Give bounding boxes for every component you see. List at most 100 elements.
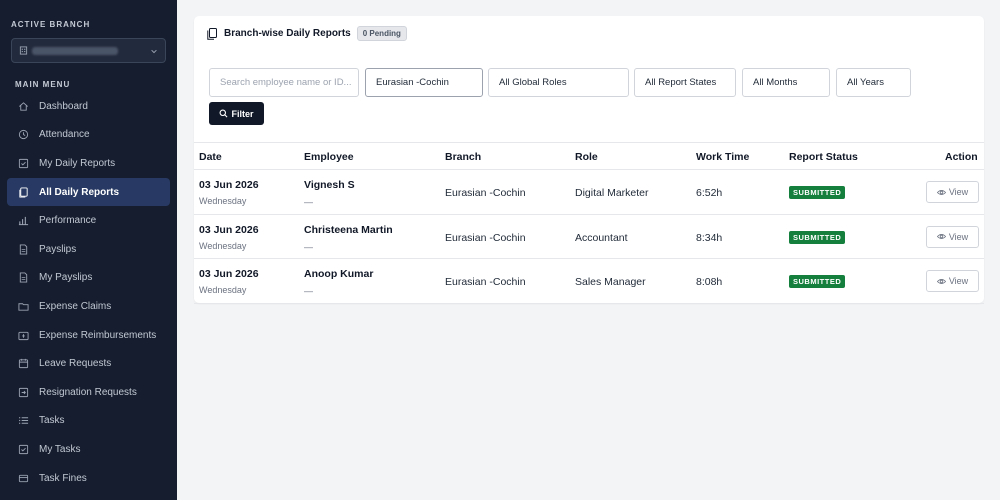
list-icon xyxy=(18,415,29,426)
document-icon xyxy=(207,27,217,40)
reports-card: Branch-wise Daily Reports 0 Pending Sear… xyxy=(194,16,984,304)
table-row: 03 Jun 2026 Wednesday Anoop Kumar — Eura… xyxy=(194,259,984,304)
row-date: 03 Jun 2026 xyxy=(199,223,259,236)
col-role: Role xyxy=(575,151,598,163)
sidebar-item-my-tasks[interactable]: My Tasks xyxy=(7,435,170,464)
active-branch-label: ACTIVE BRANCH xyxy=(11,20,91,29)
col-branch: Branch xyxy=(445,151,482,163)
status-badge: SUBMITTED xyxy=(789,275,846,288)
door-icon xyxy=(18,387,29,398)
wallet-icon xyxy=(18,330,29,341)
sidebar-item-label: Task Fines xyxy=(39,472,87,484)
check-box-icon xyxy=(18,444,29,455)
filter-button-label: Filter xyxy=(231,108,254,119)
sidebar-item-resignation-requests[interactable]: Resignation Requests xyxy=(7,378,170,407)
row-day: Wednesday xyxy=(199,196,247,206)
clock-icon xyxy=(18,129,29,140)
sidebar-item-attendance[interactable]: Attendance xyxy=(7,121,170,150)
col-work-time: Work Time xyxy=(696,151,750,163)
sidebar-item-expense-reimbursements[interactable]: Expense Reimbursements xyxy=(7,321,170,350)
sidebar-item-tasks[interactable]: Tasks xyxy=(7,407,170,436)
main-menu: Dashboard Attendance My Daily Reports Al… xyxy=(7,92,170,492)
sidebar-item-label: Dashboard xyxy=(39,100,88,112)
search-icon xyxy=(220,109,228,118)
row-day: Wednesday xyxy=(199,285,247,295)
branch-selector[interactable] xyxy=(11,38,166,63)
view-button[interactable]: View xyxy=(926,181,979,203)
eye-icon xyxy=(936,278,946,284)
row-work-time: 8:34h xyxy=(696,231,723,244)
sidebar: ACTIVE BRANCH MAIN MENU Dashboard Attend… xyxy=(0,0,177,500)
view-button-label: View xyxy=(948,231,969,242)
building-icon xyxy=(19,46,28,55)
sidebar-item-my-payslips[interactable]: My Payslips xyxy=(7,264,170,293)
branch-filter-select[interactable]: Eurasian -Cochin xyxy=(365,68,483,97)
file-icon xyxy=(18,244,29,255)
status-badge: SUBMITTED xyxy=(789,186,846,199)
status-badge: SUBMITTED xyxy=(789,230,846,244)
sidebar-item-label: Leave Requests xyxy=(39,358,112,370)
row-branch: Eurasian -Cochin xyxy=(445,187,526,199)
sidebar-item-leave-requests[interactable]: Leave Requests xyxy=(7,349,170,378)
role-filter-select[interactable]: All Global Roles xyxy=(488,68,629,97)
tag-icon xyxy=(18,473,29,484)
sidebar-item-label: Expense Reimbursements xyxy=(39,329,157,341)
month-filter-select[interactable]: All Months xyxy=(742,68,830,97)
row-branch: Eurasian -Cochin xyxy=(445,276,526,288)
sidebar-item-label: All Daily Reports xyxy=(39,186,120,198)
calendar-icon xyxy=(18,358,29,369)
row-branch: Eurasian -Cochin xyxy=(445,231,526,244)
col-employee: Employee xyxy=(304,151,354,163)
view-button[interactable]: View xyxy=(926,270,979,292)
sidebar-item-label: Attendance xyxy=(39,129,90,141)
sidebar-item-label: Payslips xyxy=(39,243,77,255)
sidebar-item-all-daily-reports[interactable]: All Daily Reports xyxy=(7,177,170,207)
table-header: Date Employee Branch Role Work Time Repo… xyxy=(194,142,984,170)
report-state-filter-select[interactable]: All Report States xyxy=(634,68,736,97)
reports-table: Date Employee Branch Role Work Time Repo… xyxy=(194,142,984,304)
col-report-status: Report Status xyxy=(789,151,858,163)
home-icon xyxy=(18,101,29,112)
row-work-time: 6:52h xyxy=(696,187,723,199)
sidebar-item-expense-claims[interactable]: Expense Claims xyxy=(7,292,170,321)
check-square-icon xyxy=(18,158,29,169)
sidebar-item-dashboard[interactable]: Dashboard xyxy=(7,92,170,121)
search-input[interactable]: Search employee name or ID... xyxy=(209,68,359,97)
col-action: Action xyxy=(945,151,978,163)
eye-icon xyxy=(936,189,946,195)
file-icon xyxy=(18,272,29,283)
sidebar-item-task-fines[interactable]: Task Fines xyxy=(7,464,170,493)
chevron-down-icon xyxy=(151,49,157,54)
view-button-label: View xyxy=(948,187,969,197)
row-role: Sales Manager xyxy=(575,276,646,288)
main-menu-label: MAIN MENU xyxy=(15,80,71,89)
col-date: Date xyxy=(199,151,222,163)
filter-button[interactable]: Filter xyxy=(209,102,264,125)
card-header: Branch-wise Daily Reports 0 Pending xyxy=(207,26,407,41)
sidebar-item-label: My Tasks xyxy=(39,443,81,455)
sidebar-item-label: Tasks xyxy=(39,415,65,427)
row-date: 03 Jun 2026 xyxy=(199,179,259,191)
row-work-time: 8:08h xyxy=(696,276,723,288)
sidebar-item-payslips[interactable]: Payslips xyxy=(7,235,170,264)
copy-icon xyxy=(18,187,29,198)
row-role: Accountant xyxy=(575,231,628,244)
table-row: 03 Jun 2026 Wednesday Vignesh S — Eurasi… xyxy=(194,170,984,215)
sidebar-item-my-daily-reports[interactable]: My Daily Reports xyxy=(7,149,170,178)
folder-icon xyxy=(18,301,29,312)
pending-badge: 0 Pending xyxy=(356,26,407,41)
page-title: Branch-wise Daily Reports xyxy=(224,28,351,39)
year-filter-select[interactable]: All Years xyxy=(836,68,911,97)
eye-icon xyxy=(936,234,946,239)
branch-name-redacted xyxy=(32,47,118,55)
sidebar-item-label: Resignation Requests xyxy=(39,386,137,398)
row-employee: Vignesh S xyxy=(304,179,355,191)
sidebar-item-label: Performance xyxy=(39,215,97,227)
view-button[interactable]: View xyxy=(926,225,979,248)
table-row: 03 Jun 2026 Wednesday Christeena Martin … xyxy=(194,215,984,259)
bar-chart-icon xyxy=(18,215,29,226)
row-employee: Anoop Kumar xyxy=(304,268,374,280)
sidebar-item-performance[interactable]: Performance xyxy=(7,206,170,235)
row-date: 03 Jun 2026 xyxy=(199,268,259,280)
row-employee-sub: — xyxy=(304,286,313,296)
